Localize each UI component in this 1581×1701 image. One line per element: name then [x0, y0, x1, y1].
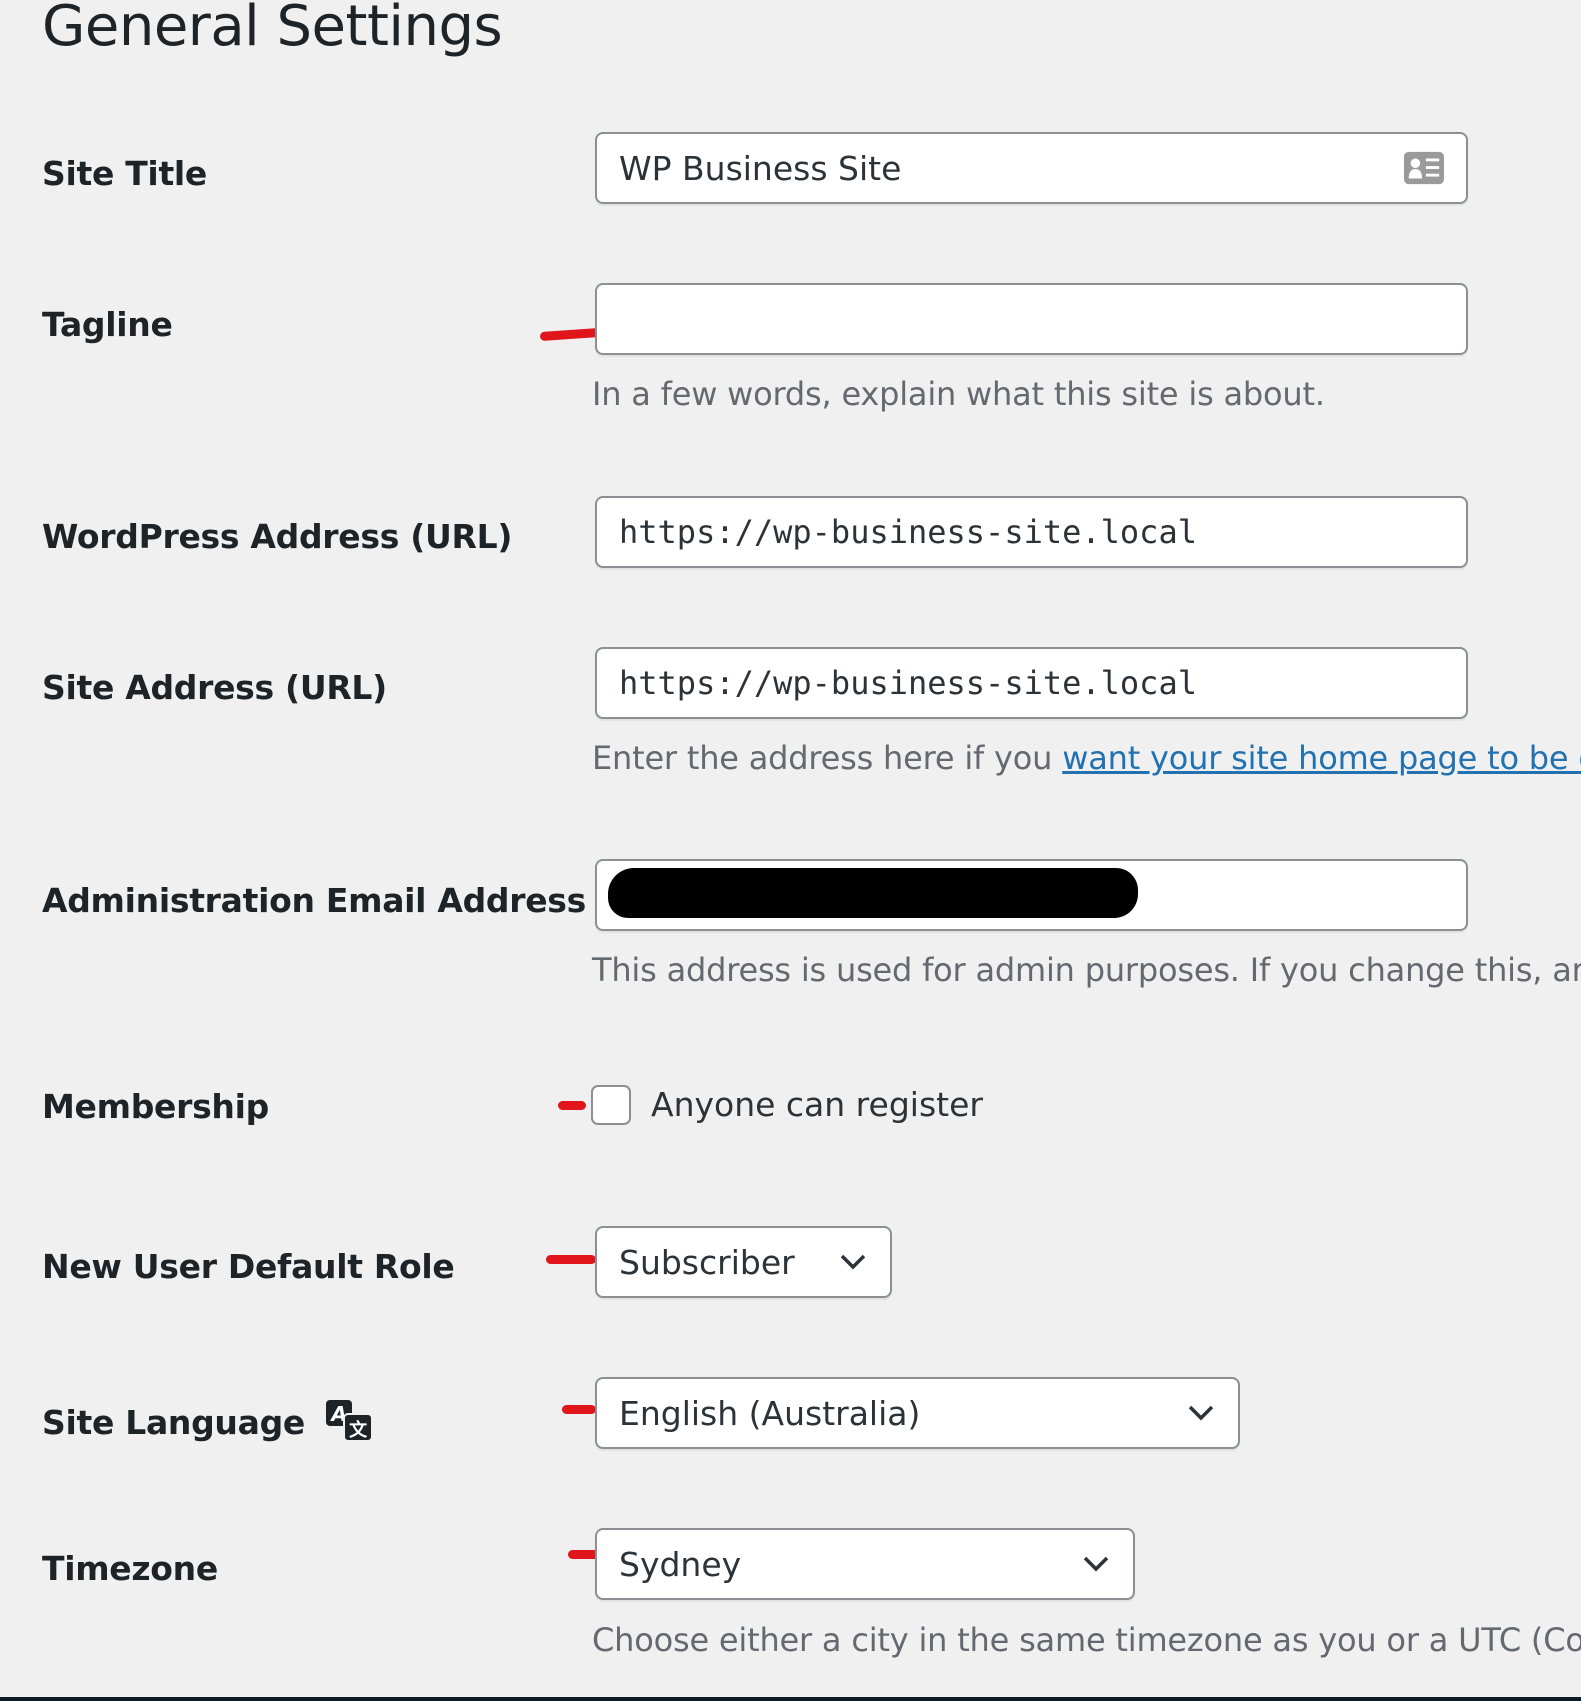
site-language-select[interactable]: English (Australia): [595, 1377, 1240, 1449]
tagline-description: In a few words, explain what this site i…: [592, 375, 1325, 413]
site-language-label: Site Language A 文: [42, 1398, 374, 1442]
timezone-select[interactable]: Sydney: [595, 1528, 1135, 1600]
site-address-input-text[interactable]: [619, 664, 1444, 702]
tagline-label: Tagline: [42, 305, 173, 344]
tagline-input[interactable]: [595, 283, 1468, 355]
chevron-down-icon: [1188, 1405, 1214, 1421]
default-role-value: Subscriber: [619, 1242, 795, 1282]
site-address-description: Enter the address here if you want your …: [592, 739, 1581, 777]
site-address-input[interactable]: [595, 647, 1468, 719]
site-title-input[interactable]: [595, 132, 1468, 204]
wordpress-address-label: WordPress Address (URL): [42, 517, 513, 556]
anyone-can-register-label[interactable]: Anyone can register: [651, 1085, 983, 1124]
translate-icon: A 文: [326, 1400, 374, 1442]
site-address-description-text: Enter the address here if you: [592, 739, 1063, 777]
site-address-label: Site Address (URL): [42, 668, 387, 707]
site-language-value: English (Australia): [619, 1393, 921, 1433]
bottom-edge-bar: [0, 1697, 1581, 1701]
redaction-mark: [608, 868, 1138, 918]
site-title-input-text[interactable]: [619, 148, 1405, 188]
annotation-mark: [558, 1101, 586, 1110]
timezone-value: Sydney: [619, 1544, 742, 1584]
membership-label: Membership: [42, 1087, 269, 1126]
anyone-can-register-checkbox[interactable]: [591, 1085, 631, 1125]
site-address-help-link[interactable]: want your site home page to be different…: [1062, 739, 1581, 777]
chevron-down-icon: [1083, 1556, 1109, 1572]
chevron-down-icon: [840, 1254, 866, 1270]
wordpress-address-input-text[interactable]: [619, 513, 1444, 551]
page-title: General Settings: [42, 0, 503, 59]
contact-card-icon[interactable]: [1404, 151, 1444, 185]
site-language-label-text: Site Language: [42, 1403, 306, 1442]
timezone-description: Choose either a city in the same timezon…: [592, 1621, 1581, 1659]
site-title-label: Site Title: [42, 154, 208, 193]
default-role-select[interactable]: Subscriber: [595, 1226, 892, 1298]
annotation-mark: [562, 1405, 596, 1414]
svg-text:文: 文: [349, 1419, 368, 1441]
annotation-mark: [539, 327, 601, 342]
timezone-label: Timezone: [42, 1549, 218, 1588]
admin-email-description: This address is used for admin purposes.…: [592, 951, 1581, 989]
wordpress-address-input[interactable]: [595, 496, 1468, 568]
annotation-mark: [546, 1255, 596, 1264]
default-role-label: New User Default Role: [42, 1247, 455, 1286]
admin-email-label: Administration Email Address: [42, 881, 586, 920]
tagline-input-text[interactable]: [619, 299, 1444, 339]
